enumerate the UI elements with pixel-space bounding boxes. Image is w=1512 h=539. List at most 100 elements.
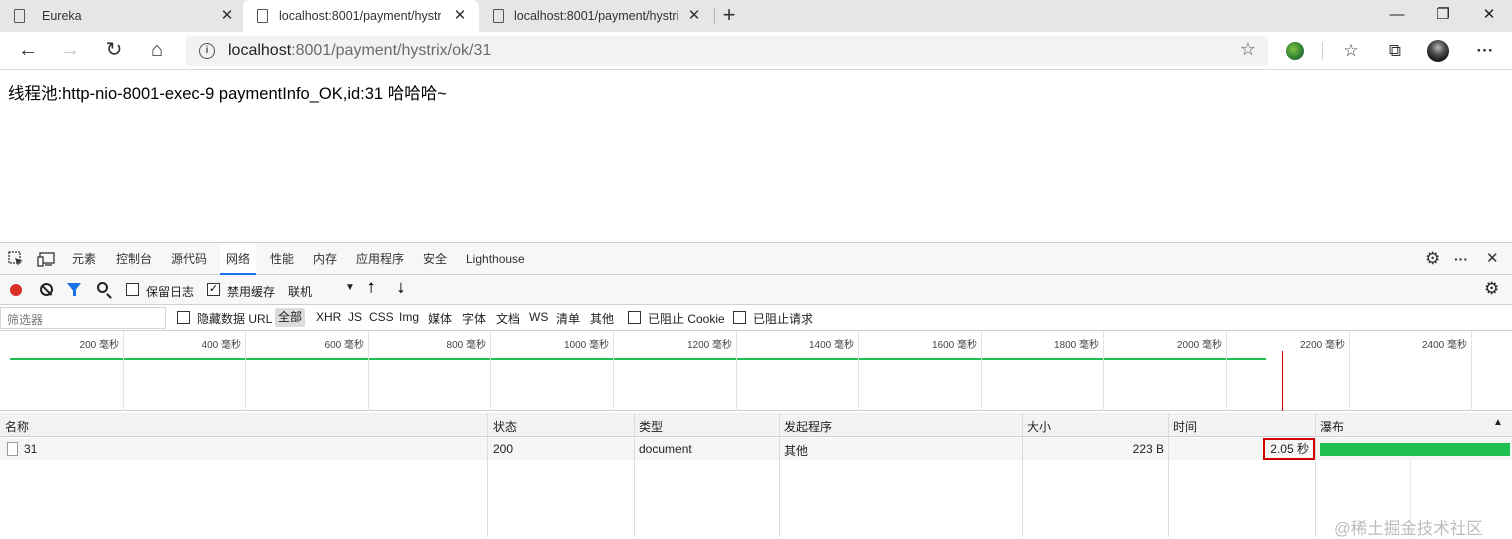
blocked-requests-checkbox[interactable]	[733, 311, 746, 324]
filter-input[interactable]: 筛选器	[0, 307, 166, 329]
hide-data-urls-checkbox[interactable]	[177, 311, 190, 324]
address-bar[interactable]: i localhost:8001/payment/hystrix/ok/31 ☆	[186, 36, 1268, 66]
column-time[interactable]: 时间	[1173, 418, 1197, 435]
browser-toolbar: ← → ↻ ⌂ i localhost:8001/payment/hystrix…	[0, 32, 1512, 70]
tab-eureka[interactable]: Eureka ✕	[0, 0, 243, 32]
tab-title: localhost:8001/payment/hystrix/	[279, 9, 441, 23]
tab-elements[interactable]: 元素	[72, 243, 96, 275]
preserve-log-checkbox[interactable]	[126, 283, 139, 296]
import-har-icon[interactable]: ⭡	[364, 280, 378, 297]
column-initiator[interactable]: 发起程序	[784, 418, 832, 435]
new-tab-button[interactable]: +	[718, 4, 740, 26]
close-icon[interactable]: ✕	[451, 7, 469, 25]
filter-type-font[interactable]: 字体	[462, 310, 486, 327]
clear-icon[interactable]	[40, 283, 53, 296]
response-text: 线程池:http-nio-8001-exec-9 paymentInfo_OK,…	[8, 85, 447, 103]
timeline-gridline	[1226, 331, 1227, 411]
tab-hystrix[interactable]: localhost:8001/payment/hystrix/ ✕	[479, 0, 715, 32]
profile-avatar[interactable]	[1427, 40, 1449, 62]
cell-status: 200	[493, 442, 514, 456]
filter-type-media[interactable]: 媒体	[428, 310, 452, 327]
tab-application[interactable]: 应用程序	[356, 243, 404, 275]
tab-hystrix-active[interactable]: localhost:8001/payment/hystrix/ ✕	[243, 0, 479, 33]
timeline-tick-label: 1800 毫秒	[1053, 340, 1099, 351]
disable-cache-checkbox[interactable]: ✓	[207, 283, 220, 296]
cell-initiator: 其他	[784, 444, 809, 458]
blocked-cookies-checkbox[interactable]	[628, 311, 641, 324]
filter-icon[interactable]	[67, 283, 81, 296]
favorite-star-icon[interactable]: ☆	[1240, 39, 1256, 60]
window-close-button[interactable]: ✕	[1466, 0, 1512, 32]
filter-type-manifest[interactable]: 清单	[556, 310, 580, 327]
tab-security[interactable]: 安全	[423, 243, 447, 275]
more-options-icon[interactable]: ···	[1454, 243, 1468, 275]
blocked-requests-label: 已阻止请求	[753, 312, 814, 326]
column-waterfall[interactable]: 瀑布	[1320, 418, 1344, 435]
device-emulation-icon[interactable]	[37, 251, 55, 267]
cell-time: 2.05 秒	[1263, 438, 1315, 460]
tab-console[interactable]: 控制台	[116, 243, 152, 275]
column-size[interactable]: 大小	[1027, 418, 1051, 435]
timeline-gridline	[1349, 331, 1350, 411]
filter-type-xhr[interactable]: XHR	[316, 310, 341, 324]
timeline-tick-label: 600 毫秒	[324, 340, 364, 351]
tab-performance[interactable]: 性能	[270, 243, 294, 275]
search-icon[interactable]	[97, 282, 108, 293]
back-button[interactable]: ←	[14, 38, 42, 64]
minimize-button[interactable]: —	[1374, 0, 1420, 32]
inspect-element-icon[interactable]	[8, 251, 24, 267]
favorites-icon[interactable]: ☆	[1339, 39, 1363, 63]
sort-ascending-icon[interactable]: ▲	[1493, 417, 1503, 428]
tab-lighthouse[interactable]: Lighthouse	[466, 243, 525, 275]
timeline-gridline	[123, 331, 124, 411]
filter-type-js[interactable]: JS	[348, 310, 362, 324]
timeline-tick-label: 2400 毫秒	[1421, 340, 1467, 351]
filter-type-img[interactable]: Img	[399, 310, 419, 324]
waterfall-bar	[1320, 443, 1510, 456]
tab-network[interactable]: 网络	[220, 243, 257, 275]
table-header: 名称 状态 类型 发起程序 大小 时间 瀑布 ▲	[0, 413, 1512, 437]
network-overview-timeline[interactable]: 200 毫秒 400 毫秒 600 毫秒 800 毫秒 1000 毫秒 1200 毫秒 14…	[0, 331, 1512, 411]
column-type[interactable]: 类型	[639, 418, 663, 435]
close-icon[interactable]: ✕	[218, 7, 236, 25]
filter-type-ws[interactable]: WS	[529, 310, 548, 324]
filter-type-all[interactable]: 全部	[275, 308, 306, 327]
url-text[interactable]: localhost:8001/payment/hystrix/ok/31	[228, 42, 491, 60]
close-devtools-icon[interactable]: ✕	[1486, 243, 1499, 275]
info-icon[interactable]: i	[199, 43, 215, 59]
timeline-gridline	[1103, 331, 1104, 411]
collections-icon[interactable]: ⧉	[1383, 39, 1407, 63]
filter-type-other[interactable]: 其他	[590, 310, 614, 327]
timeline-tick-label: 2000 毫秒	[1176, 340, 1222, 351]
refresh-button[interactable]: ↻	[100, 38, 128, 64]
restore-button[interactable]: ❐	[1420, 0, 1466, 32]
chevron-down-icon[interactable]: ▼	[345, 282, 355, 293]
filter-type-css[interactable]: CSS	[369, 310, 394, 324]
timeline-tick-label: 2200 毫秒	[1299, 340, 1345, 351]
home-button[interactable]: ⌂	[143, 38, 171, 64]
blocked-cookies-label: 已阻止 Cookie	[648, 312, 725, 326]
export-har-icon[interactable]: ⭣	[394, 280, 408, 297]
close-icon[interactable]: ✕	[685, 7, 703, 25]
timeline-gridline	[981, 331, 982, 411]
settings-gear-icon[interactable]: ⚙	[1425, 243, 1440, 275]
column-status[interactable]: 状态	[493, 418, 517, 435]
record-button[interactable]	[10, 284, 22, 296]
network-settings-icon[interactable]: ⚙	[1484, 279, 1499, 299]
forward-button[interactable]: →	[56, 38, 84, 64]
network-toolbar: 保留日志 ✓ 禁用缓存 联机 ▼ ⭡ ⭣ ⚙	[0, 275, 1512, 305]
page-icon	[14, 9, 25, 23]
cell-name[interactable]: 31	[24, 442, 37, 456]
extension-icon[interactable]	[1286, 42, 1304, 60]
filter-type-doc[interactable]: 文档	[496, 310, 520, 327]
column-name[interactable]: 名称	[5, 418, 29, 435]
url-host: localhost	[228, 42, 292, 59]
more-icon[interactable]: ···	[1473, 39, 1497, 63]
timeline-tick-label: 400 毫秒	[201, 340, 241, 351]
tab-memory[interactable]: 内存	[313, 243, 337, 275]
throttle-select[interactable]: 联机	[288, 283, 312, 300]
table-row[interactable]: 31 200 document 其他 223 B 2.05 秒	[0, 438, 1512, 460]
devtools-panel: 元素 控制台 源代码 网络 性能 内存 应用程序 安全 Lighthouse ⚙…	[0, 242, 1512, 538]
tab-sources[interactable]: 源代码	[171, 243, 207, 275]
toolbar-divider	[1322, 42, 1323, 60]
